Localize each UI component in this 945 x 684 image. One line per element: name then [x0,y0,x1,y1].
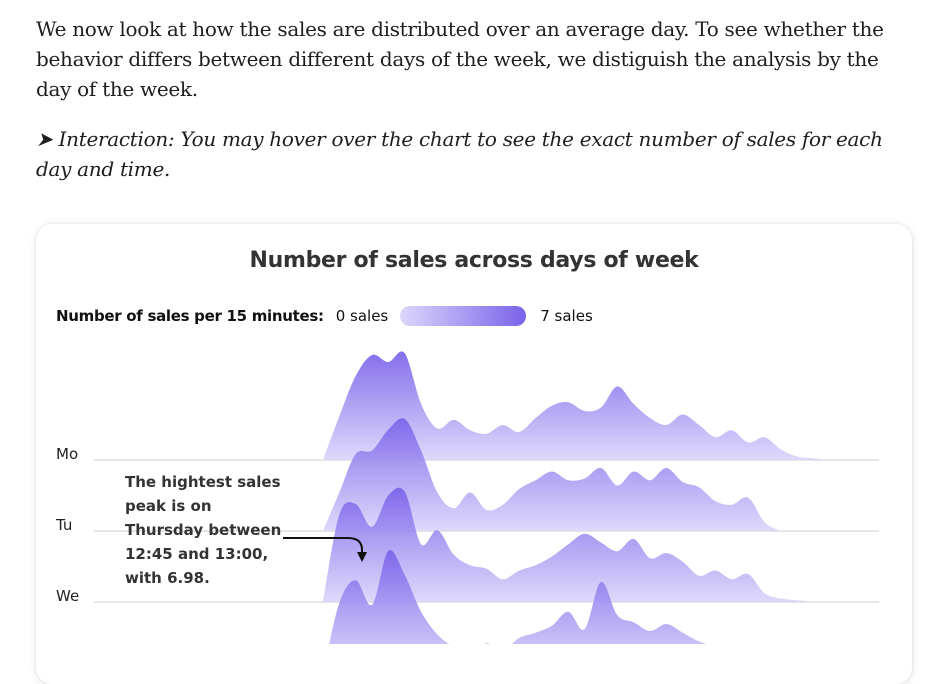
interaction-hint: ➤ Interaction: You may hover over the ch… [36,124,916,184]
peak-annotation: The hightest sales peak is on Thursday b… [125,473,282,587]
hint-arrow-icon: ➤ [36,127,53,151]
day-label-we: We [56,587,79,605]
chart-card: Number of sales across days of week Numb… [36,224,912,684]
article-text: We now look at how the sales are distrib… [36,14,916,184]
day-label-tu: Tu [55,516,72,534]
day-label-mo: Mo [56,445,78,463]
intro-paragraph: We now look at how the sales are distrib… [36,17,884,101]
hint-text: Interaction: You may hover over the char… [36,127,883,181]
